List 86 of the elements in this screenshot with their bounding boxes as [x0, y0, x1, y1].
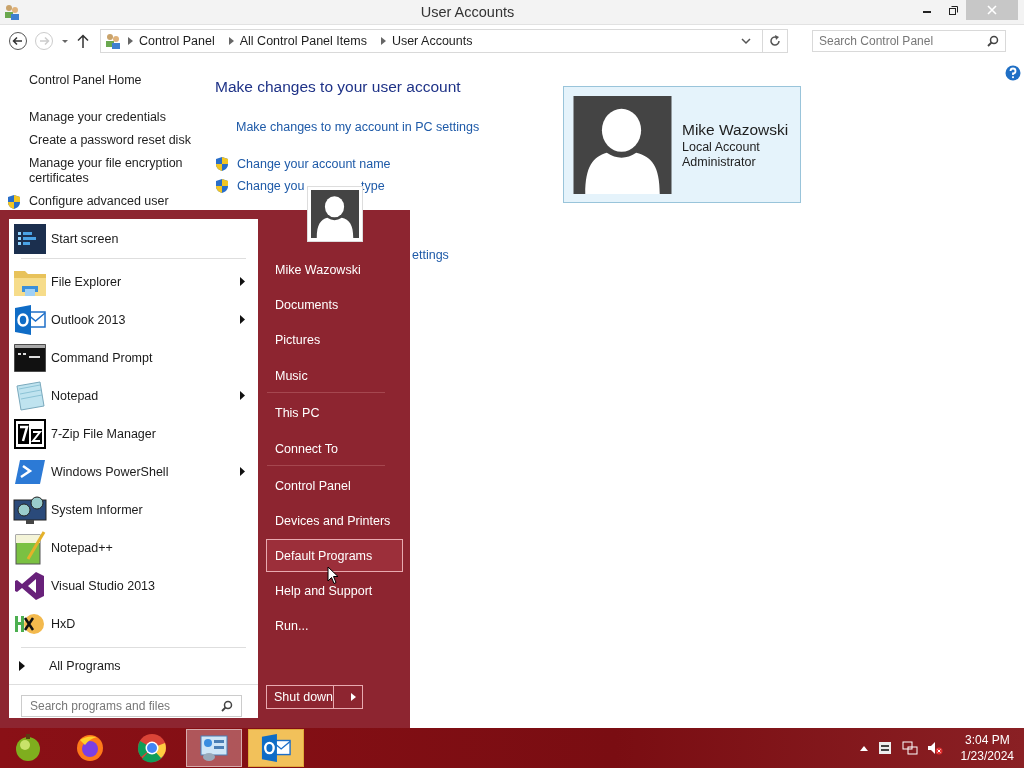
menu-item[interactable]: Mike Wazowski: [266, 253, 403, 286]
back-icon[interactable]: [8, 31, 28, 51]
menu-item[interactable]: This PC: [266, 396, 403, 429]
search-icon[interactable]: [987, 35, 999, 47]
menu-item[interactable]: Help and Support: [266, 574, 403, 607]
mail-icon: [14, 305, 46, 335]
shield-icon: [6, 194, 22, 210]
menu-item[interactable]: Devices and Printers: [266, 504, 403, 537]
speaker-muted-icon[interactable]: [926, 740, 943, 756]
sidebar-link[interactable]: Manage your credentials: [29, 110, 199, 125]
program-item[interactable]: 7-Zip File Manager: [9, 415, 258, 453]
program-item[interactable]: Command Prompt: [9, 339, 258, 377]
breadcrumb[interactable]: All Control Panel Items: [239, 34, 367, 48]
sidebar-link[interactable]: Configure advanced user: [29, 194, 199, 209]
address-bar[interactable]: Control Panel All Control Panel Items User Accounts: [100, 29, 788, 53]
breadcrumb[interactable]: Control Panel: [139, 34, 215, 48]
terminal-icon: [14, 344, 46, 372]
search-field[interactable]: Search programs and files: [21, 695, 242, 717]
sidebar-link[interactable]: Create a password reset disk: [29, 133, 199, 148]
notepad-icon: [14, 380, 46, 412]
user-avatar-icon: [311, 190, 359, 238]
program-item[interactable]: HxD: [9, 605, 258, 643]
account-link[interactable]: Change you: [237, 179, 305, 193]
prompt-icon: [14, 458, 46, 486]
breadcrumb[interactable]: User Accounts: [391, 34, 473, 48]
monitor-icon: [13, 494, 47, 526]
program-item[interactable]: Outlook 2013: [9, 301, 258, 339]
submenu-arrow-icon[interactable]: [240, 315, 246, 324]
page-heading: Make changes to your user account: [215, 78, 462, 96]
pointer-icon: [327, 566, 339, 585]
help-icon[interactable]: [1005, 65, 1021, 81]
chevron-right-icon[interactable]: [128, 37, 133, 45]
chevron-up-icon[interactable]: [859, 745, 868, 751]
mail-icon[interactable]: [261, 733, 291, 763]
search-icon[interactable]: [221, 700, 233, 712]
account-link[interactable]: Make changes to my account in PC settings: [236, 120, 480, 134]
submenu-arrow-icon[interactable]: [240, 467, 246, 476]
tiles-icon: [14, 224, 46, 254]
program-item[interactable]: System Informer: [9, 491, 258, 529]
control-panel-icon[interactable]: [199, 733, 229, 763]
search-field[interactable]: Search Control Panel: [812, 30, 1006, 52]
taskbar-button[interactable]: [248, 729, 304, 767]
program-item[interactable]: Windows PowerShell: [9, 453, 258, 491]
caret-icon[interactable]: [350, 693, 356, 701]
sidebar-link[interactable]: Control Panel Home: [29, 73, 199, 88]
sidebar-link[interactable]: Manage your file encryption certificates: [29, 156, 199, 186]
clock-time[interactable]: 3:04 PM: [964, 732, 1010, 748]
window-title: User Accounts: [419, 4, 516, 20]
browser-icon[interactable]: [75, 733, 105, 763]
chevron-right-icon[interactable]: [228, 37, 234, 45]
archive-icon: [14, 419, 46, 449]
program-item[interactable]: Notepad: [9, 377, 258, 415]
account-role: Administrator: [682, 154, 757, 170]
program-item[interactable]: Notepad++: [9, 529, 258, 567]
shut-down-button[interactable]: Shut down: [266, 685, 363, 709]
restore-icon[interactable]: [948, 5, 958, 15]
browser-icon[interactable]: [137, 733, 167, 763]
network-icon[interactable]: [901, 740, 918, 756]
triangle-icon: [19, 661, 25, 671]
submenu-arrow-icon[interactable]: [240, 277, 246, 286]
program-item[interactable]: Start screen: [9, 224, 258, 254]
menu-item[interactable]: Documents: [266, 288, 403, 321]
orb-icon[interactable]: [13, 733, 43, 763]
clock-date[interactable]: 1/23/2024: [960, 748, 1014, 764]
account-link[interactable]: Change your account name: [237, 157, 391, 171]
account-link[interactable]: ettings: [412, 248, 449, 262]
menu-item[interactable]: Run...: [266, 609, 403, 642]
menu-item[interactable]: Pictures: [266, 323, 403, 356]
submenu-arrow-icon[interactable]: [240, 391, 246, 400]
up-arrow-icon[interactable]: [76, 33, 90, 49]
account-name: Mike Wazowski: [682, 119, 789, 140]
chevron-right-icon[interactable]: [380, 37, 386, 45]
all-programs-item[interactable]: All Programs: [9, 652, 258, 680]
user-avatar-icon: [573, 95, 672, 194]
refresh-icon[interactable]: [769, 35, 781, 47]
program-item[interactable]: Visual Studio 2013: [9, 567, 258, 605]
account-type: Local Account: [682, 139, 761, 155]
users-icon: [3, 3, 21, 21]
program-item[interactable]: File Explorer: [9, 263, 258, 301]
menu-item[interactable]: Default Programs: [266, 539, 403, 572]
bow-icon: [14, 570, 46, 602]
menu-item[interactable]: Control Panel: [266, 469, 403, 502]
notepad-icon: [14, 531, 46, 565]
shield-icon: [214, 178, 230, 194]
users-icon: [104, 32, 122, 50]
shield-icon: [214, 156, 230, 172]
